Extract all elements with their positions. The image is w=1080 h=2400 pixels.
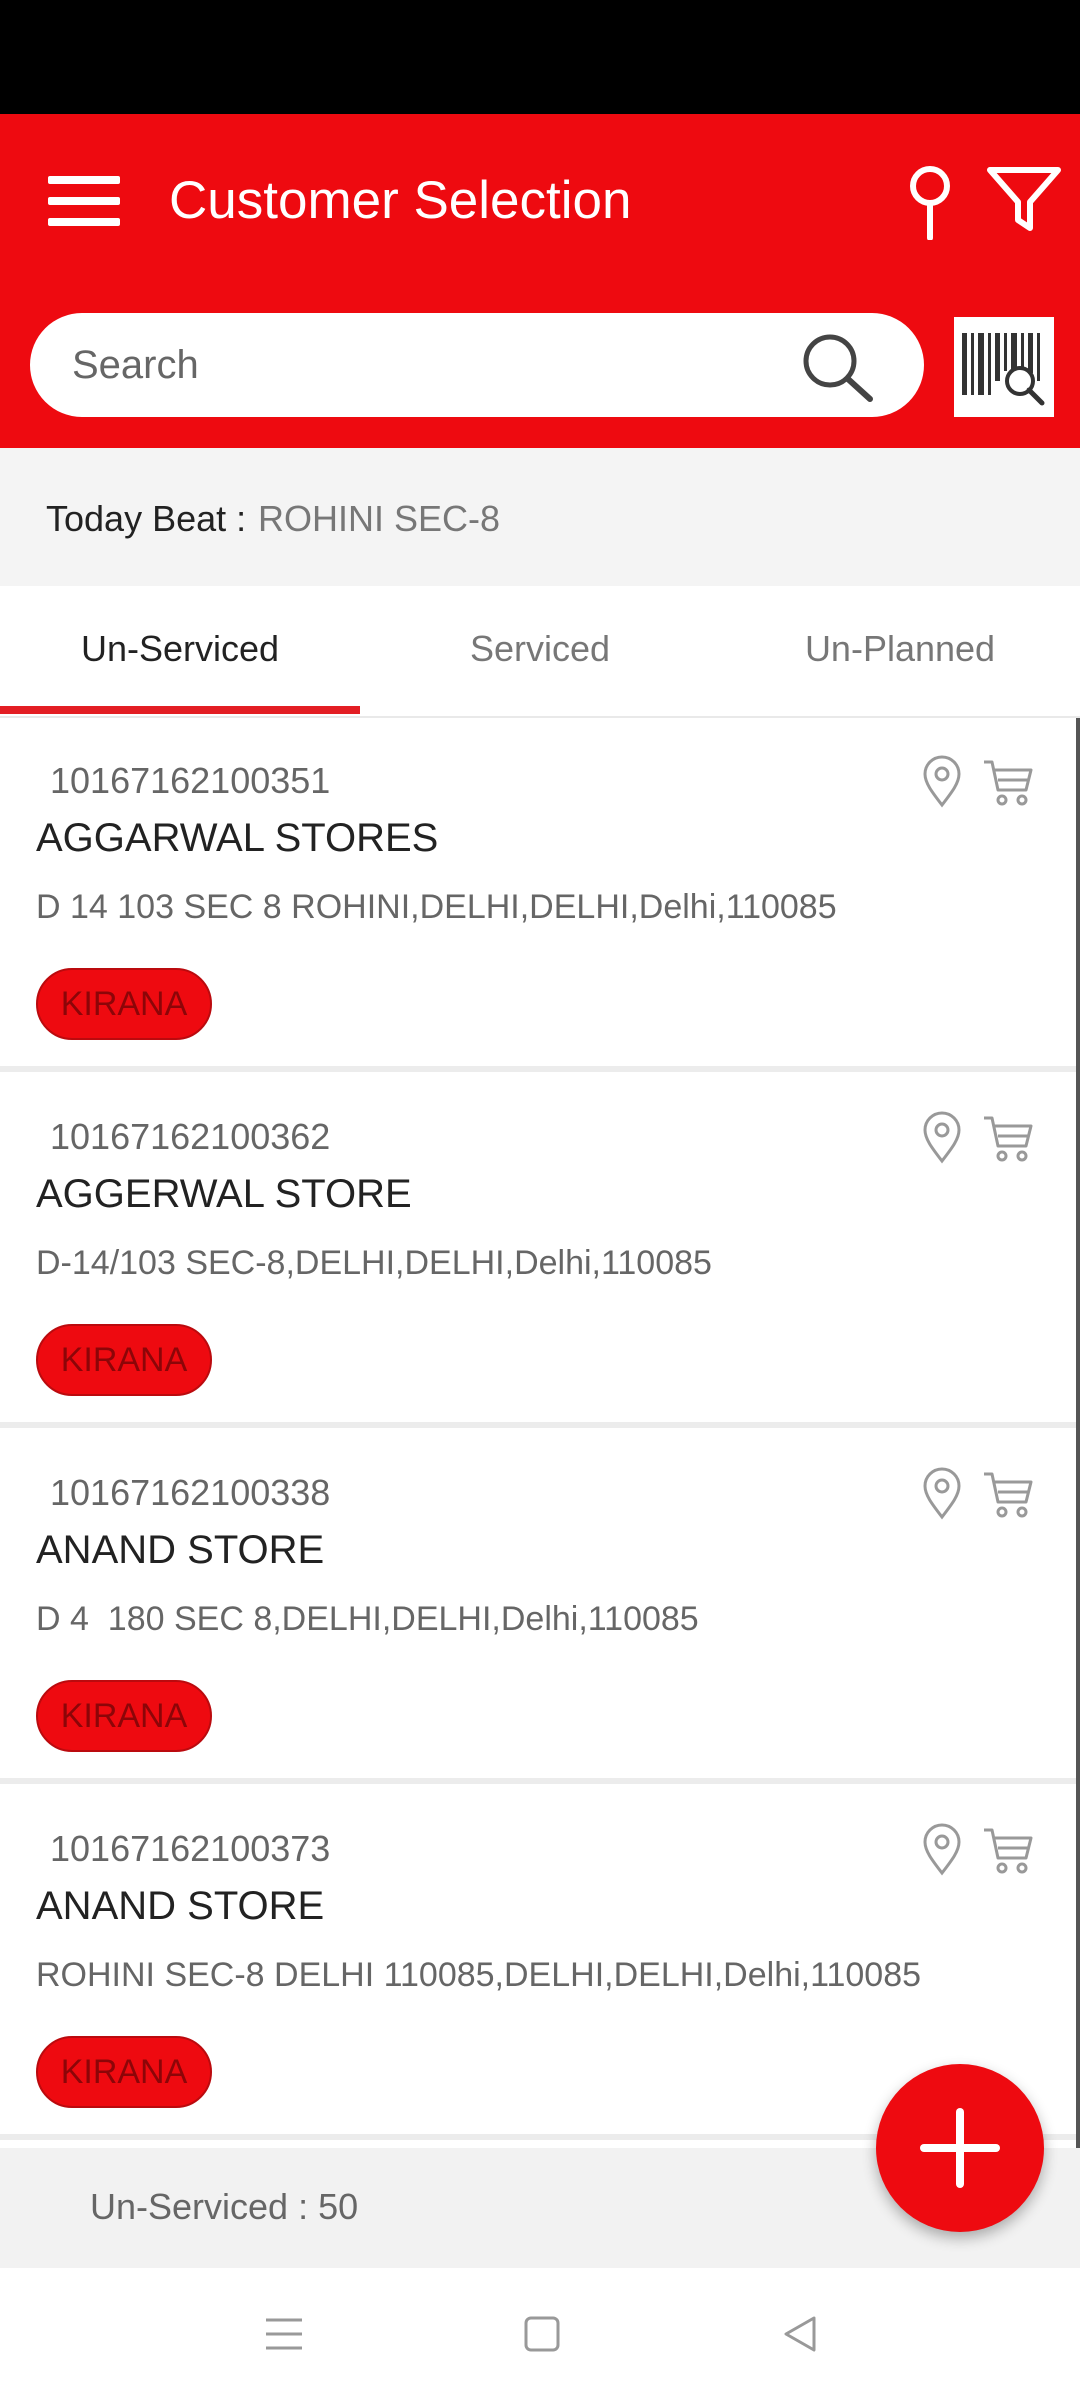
plus-icon: [920, 2108, 1000, 2188]
category-badge: KIRANA: [36, 1324, 212, 1396]
page-title: Customer Selection: [169, 171, 632, 230]
filter-funnel-icon[interactable]: [986, 166, 1062, 232]
customer-code: 10167162100373: [50, 1828, 331, 1869]
tab-un-planned[interactable]: Un-Planned: [720, 586, 1080, 716]
system-navigation-bar: [0, 2268, 1080, 2400]
un-serviced-count: Un-Serviced : 50: [90, 2186, 359, 2227]
customer-code: 10167162100362: [50, 1116, 331, 1157]
search-input[interactable]: [72, 335, 772, 395]
customer-card[interactable]: 10167162100351 AGGARWAL STORES D 14 103 …: [0, 718, 1076, 1072]
list-scrollbar[interactable]: [1076, 718, 1080, 2150]
barcode-scan-icon: [962, 333, 1045, 406]
customer-code: 10167162100351: [50, 760, 331, 801]
customer-name: ANAND STORE: [36, 1528, 325, 1572]
beat-label: Today Beat :: [46, 498, 247, 539]
recents-menu-icon[interactable]: [262, 2312, 306, 2356]
search-bar: [30, 313, 924, 417]
customer-code: 10167162100338: [50, 1472, 331, 1513]
category-badge: KIRANA: [36, 1680, 212, 1752]
tab-bar: Un-Serviced Serviced Un-Planned: [0, 586, 1080, 719]
location-pin-icon[interactable]: [920, 1466, 964, 1520]
location-pin-icon[interactable]: [920, 754, 964, 808]
customer-address: D 14 103 SEC 8 ROHINI,DELHI,DELHI,Delhi,…: [36, 888, 837, 926]
category-badge: KIRANA: [36, 2036, 212, 2108]
customer-name: AGGERWAL STORE: [36, 1172, 412, 1216]
customer-address: D 4 180 SEC 8,DELHI,DELHI,Delhi,110085: [36, 1600, 699, 1638]
customer-card[interactable]: 10167162100362 AGGERWAL STORE D-14/103 S…: [0, 1074, 1076, 1428]
home-square-icon[interactable]: [520, 2312, 564, 2356]
customer-card[interactable]: 10167162100338 ANAND STORE D 4 180 SEC 8…: [0, 1430, 1076, 1784]
active-tab-indicator: [0, 706, 360, 714]
location-pin-icon[interactable]: [920, 1822, 964, 1876]
back-triangle-icon[interactable]: [778, 2312, 822, 2356]
tab-serviced[interactable]: Serviced: [360, 586, 720, 716]
today-beat-bar: Today Beat : ROHINI SEC-8: [0, 448, 1080, 586]
barcode-scan-button[interactable]: [954, 317, 1054, 417]
hamburger-menu-icon[interactable]: [48, 176, 120, 226]
customer-address: D-14/103 SEC-8,DELHI,DELHI,Delhi,110085: [36, 1244, 712, 1282]
customer-address: ROHINI SEC-8 DELHI 110085,DELHI,DELHI,De…: [36, 1956, 922, 1994]
tab-un-serviced[interactable]: Un-Serviced: [0, 586, 360, 716]
category-badge: KIRANA: [36, 968, 212, 1040]
status-bar: [0, 0, 1080, 114]
cart-icon[interactable]: [982, 756, 1034, 808]
customer-name: ANAND STORE: [36, 1884, 325, 1928]
customer-name: AGGARWAL STORES: [36, 816, 439, 860]
cart-icon[interactable]: [982, 1112, 1034, 1164]
map-pin-icon[interactable]: [900, 164, 960, 240]
add-customer-button[interactable]: [876, 2064, 1044, 2232]
cart-icon[interactable]: [982, 1468, 1034, 1520]
beat-value: ROHINI SEC-8: [258, 498, 501, 539]
magnifier-icon[interactable]: [796, 327, 876, 407]
cart-icon[interactable]: [982, 1824, 1034, 1876]
location-pin-icon[interactable]: [920, 1110, 964, 1164]
